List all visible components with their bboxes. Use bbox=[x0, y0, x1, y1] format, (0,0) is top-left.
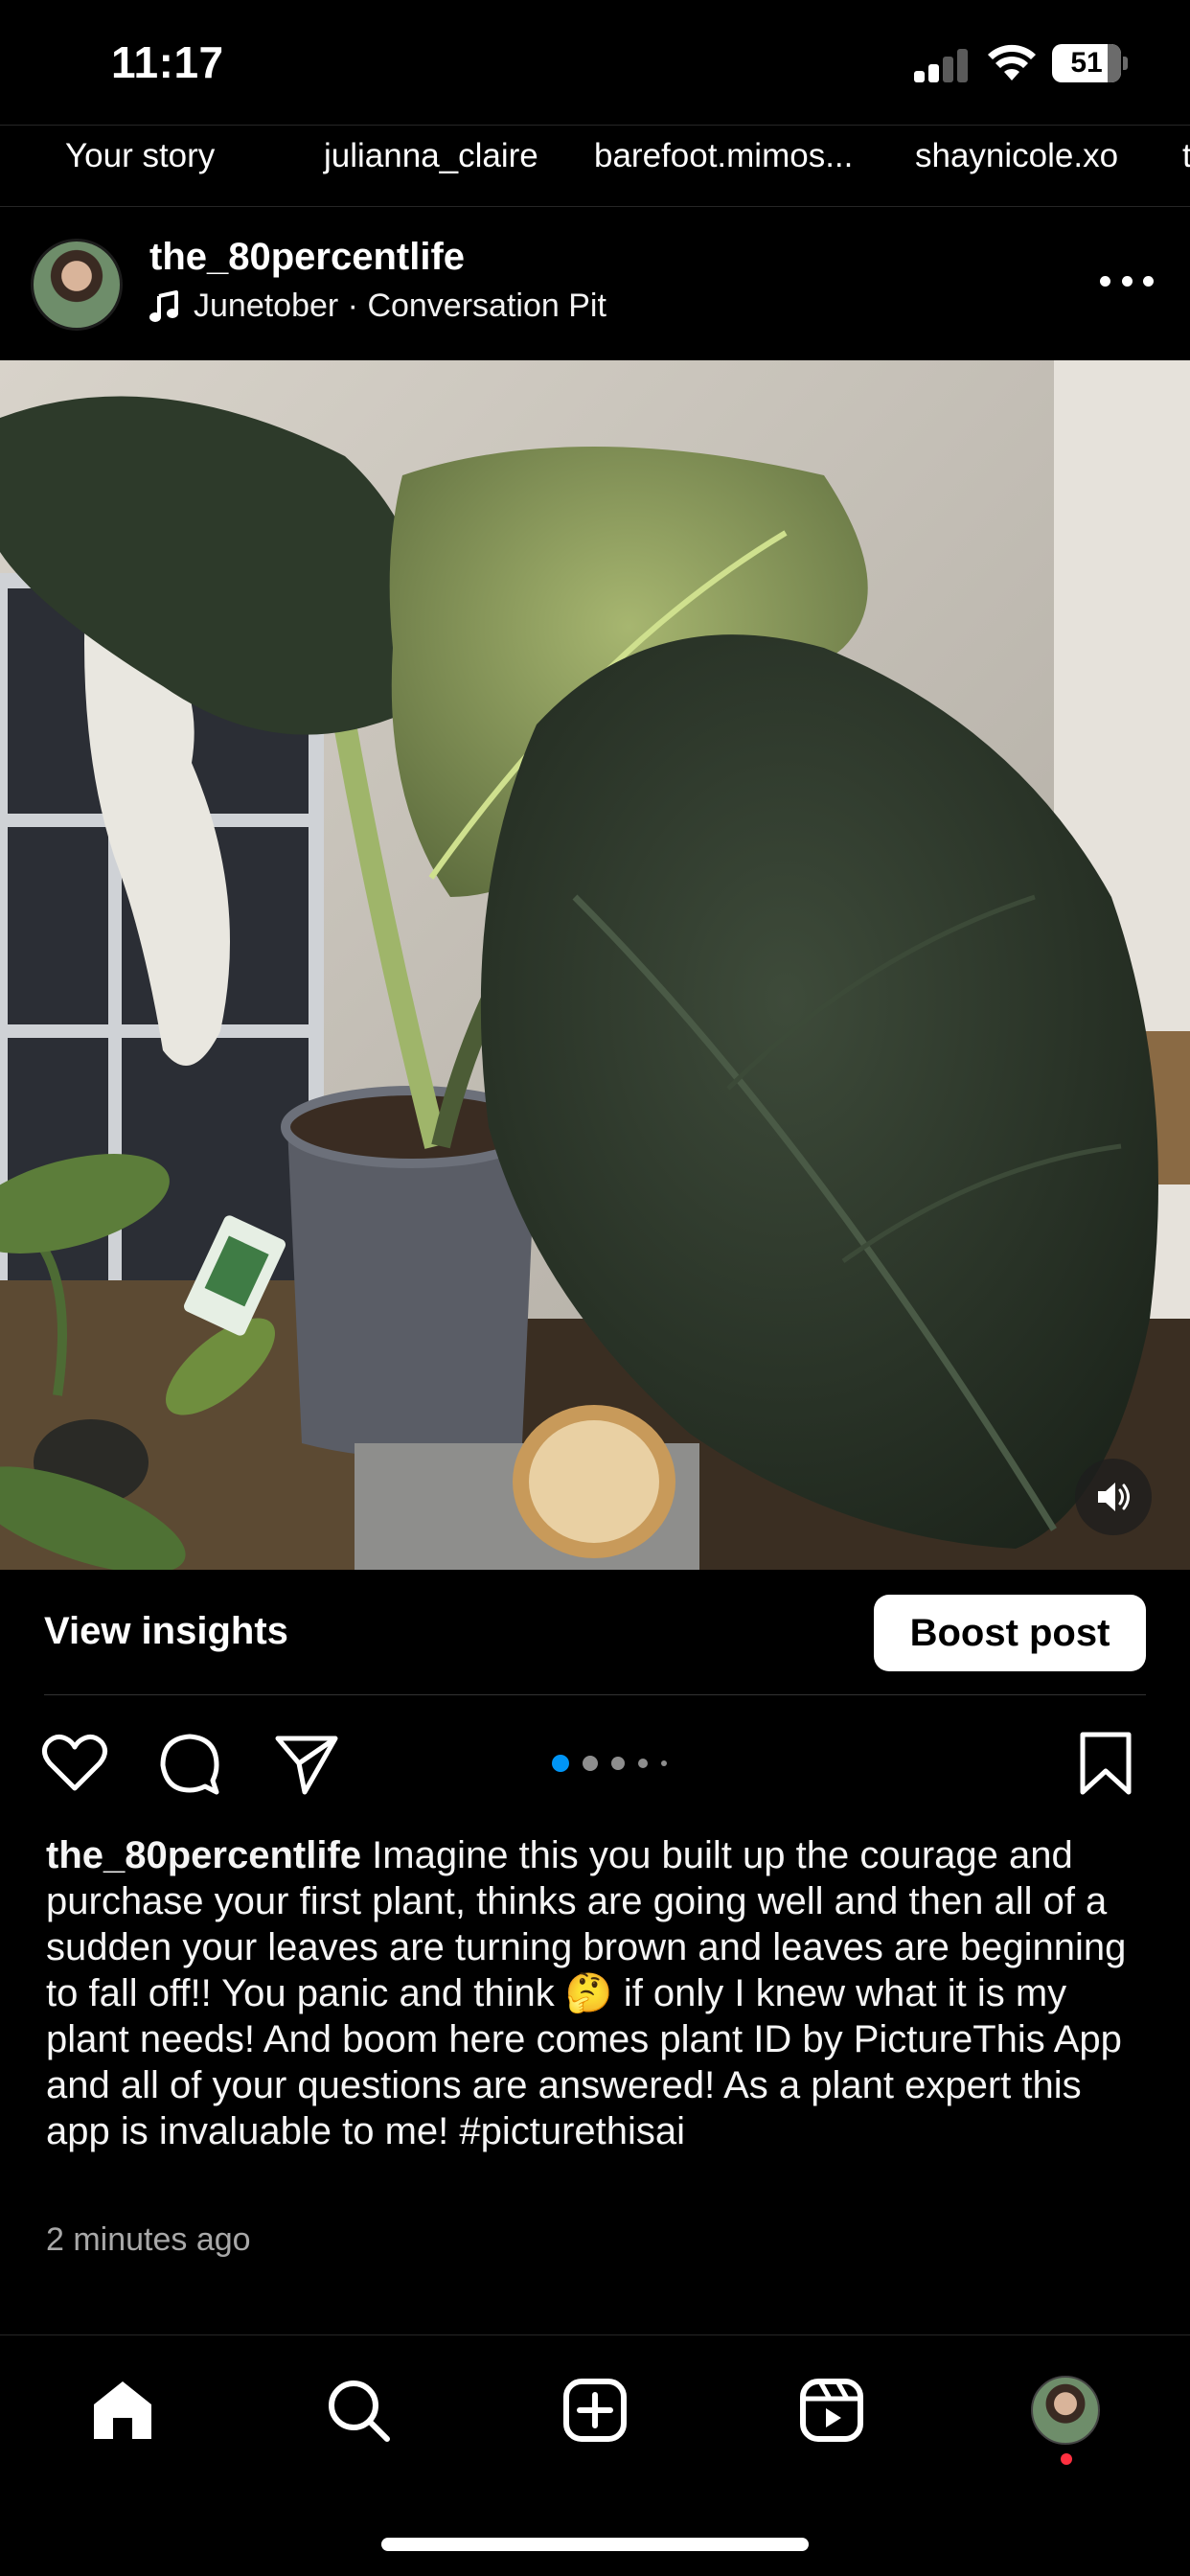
like-heart-icon[interactable] bbox=[40, 1729, 109, 1798]
notification-dot bbox=[1061, 2453, 1072, 2465]
story-barefoot-mimos[interactable]: barefoot.mimos... bbox=[594, 137, 853, 175]
post-timestamp: 2 minutes ago bbox=[46, 2221, 251, 2258]
story-next[interactable]: t bbox=[1182, 137, 1190, 175]
music-label: Junetober · Conversation Pit bbox=[194, 288, 606, 324]
tab-search[interactable] bbox=[318, 2370, 399, 2450]
post-header: the_80percentlife Junetober · Conversati… bbox=[0, 207, 1190, 360]
home-indicator bbox=[381, 2538, 809, 2551]
view-insights-link[interactable]: View insights bbox=[44, 1610, 288, 1653]
speaker-icon bbox=[1098, 1483, 1130, 1511]
share-send-icon[interactable] bbox=[272, 1729, 341, 1798]
carousel-dot bbox=[638, 1759, 648, 1768]
profile-avatar bbox=[1031, 2376, 1100, 2445]
home-icon bbox=[94, 2381, 151, 2439]
carousel-dot bbox=[661, 1760, 667, 1766]
tab-reels[interactable] bbox=[791, 2370, 872, 2450]
caption-text: Imagine this you built up the courage an… bbox=[46, 1834, 1127, 2152]
cellular-signal-icon bbox=[914, 48, 970, 82]
post-author-avatar[interactable] bbox=[31, 239, 123, 331]
sound-toggle-button[interactable] bbox=[1075, 1459, 1152, 1535]
save-bookmark-icon[interactable] bbox=[1071, 1729, 1140, 1798]
music-note-icon bbox=[149, 289, 178, 322]
story-your-story[interactable]: Your story bbox=[65, 137, 215, 175]
plant-photo bbox=[0, 360, 1190, 1570]
battery-level: 51 bbox=[1070, 47, 1103, 79]
carousel-dot bbox=[583, 1756, 598, 1771]
caption-username[interactable]: the_80percentlife bbox=[46, 1834, 361, 1876]
post-actions bbox=[0, 1715, 1190, 1811]
carousel-dot bbox=[552, 1755, 569, 1772]
music-attribution[interactable]: Junetober · Conversation Pit bbox=[149, 288, 606, 325]
post-media[interactable] bbox=[0, 360, 1190, 1570]
battery-icon: 51 bbox=[1052, 44, 1129, 82]
reels-icon bbox=[800, 2379, 863, 2442]
status-time: 11:17 bbox=[111, 37, 224, 87]
wifi-icon bbox=[988, 44, 1036, 80]
divider bbox=[44, 1694, 1146, 1695]
more-options-button[interactable] bbox=[1100, 266, 1154, 295]
tab-home[interactable] bbox=[82, 2370, 163, 2450]
comment-icon[interactable] bbox=[155, 1729, 224, 1798]
carousel-indicator bbox=[552, 1754, 680, 1773]
stories-bar: Your story julianna_claire barefoot.mimo… bbox=[0, 125, 1190, 207]
boost-post-button[interactable]: Boost post bbox=[874, 1595, 1146, 1671]
search-icon bbox=[329, 2380, 390, 2442]
status-bar: 11:17 51 bbox=[0, 0, 1190, 125]
carousel-dot bbox=[611, 1757, 625, 1770]
post-username[interactable]: the_80percentlife bbox=[149, 236, 465, 279]
post-caption: the_80percentlife Imagine this you built… bbox=[46, 1832, 1148, 2154]
instagram-post-screen: 11:17 51 Your story julianna_claire bare… bbox=[0, 0, 1190, 2576]
tab-create[interactable] bbox=[555, 2370, 635, 2450]
story-julianna-claire[interactable]: julianna_claire bbox=[324, 137, 538, 175]
story-shaynicole-xo[interactable]: shaynicole.xo bbox=[915, 137, 1118, 175]
tab-profile[interactable] bbox=[1025, 2370, 1106, 2450]
insights-bar: View insights Boost post bbox=[0, 1570, 1190, 1694]
create-icon bbox=[563, 2379, 627, 2442]
